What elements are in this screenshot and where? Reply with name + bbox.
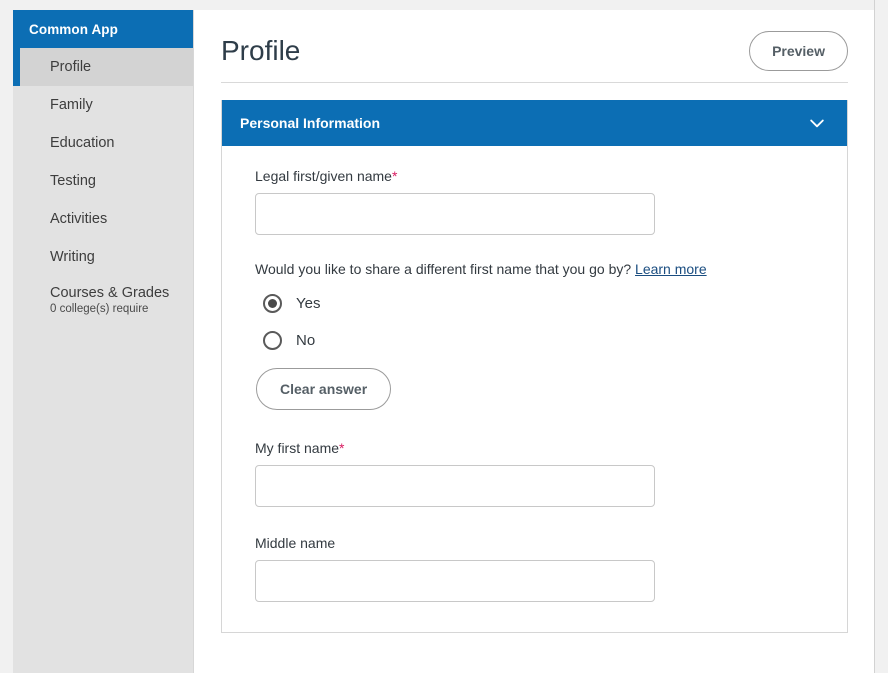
middle-name-input[interactable] bbox=[255, 560, 655, 602]
different-first-name-question-text: Would you like to share a different firs… bbox=[255, 261, 814, 277]
brand-header: Common App bbox=[13, 10, 193, 48]
radio-no-indicator[interactable] bbox=[263, 331, 282, 350]
question-prompt: Would you like to share a different firs… bbox=[255, 261, 632, 277]
main-content: Profile Preview Personal Information Leg… bbox=[193, 10, 875, 673]
page-right-gutter bbox=[874, 0, 888, 673]
legal-first-name-label: Legal first/given name* bbox=[255, 168, 814, 184]
required-marker: * bbox=[391, 168, 398, 184]
middle-name-label-text: Middle name bbox=[255, 535, 336, 551]
radio-option-no[interactable]: No bbox=[255, 322, 814, 359]
sidebar-item-label: Profile bbox=[50, 58, 92, 75]
radio-yes-indicator[interactable] bbox=[263, 294, 282, 313]
page-header: Profile Preview bbox=[194, 10, 875, 71]
sidebar-item-label: Testing bbox=[50, 172, 96, 189]
sidebar: Common App Profile Family Education Test… bbox=[13, 10, 211, 673]
sidebar-item-label: Education bbox=[50, 134, 115, 151]
legal-first-name-field: Legal first/given name* bbox=[255, 168, 814, 235]
sidebar-item-sublabel: 0 college(s) require bbox=[50, 302, 149, 315]
sidebar-item-courses-and-grades[interactable]: Courses & Grades 0 college(s) require bbox=[13, 276, 193, 324]
brand-title: Common App bbox=[29, 21, 118, 37]
chevron-down-icon[interactable] bbox=[807, 113, 827, 133]
personal-information-header[interactable]: Personal Information bbox=[222, 100, 847, 146]
learn-more-link[interactable]: Learn more bbox=[635, 261, 707, 277]
radio-yes-label: Yes bbox=[296, 295, 321, 312]
radio-no-label: No bbox=[296, 332, 316, 349]
sidebar-item-activities[interactable]: Activities bbox=[13, 200, 193, 238]
sidebar-item-profile[interactable]: Profile bbox=[13, 48, 211, 86]
my-first-name-label: My first name* bbox=[255, 440, 814, 456]
required-marker: * bbox=[339, 440, 345, 456]
personal-information-card: Personal Information Legal first/given n… bbox=[221, 100, 848, 633]
different-first-name-question: Would you like to share a different firs… bbox=[255, 261, 814, 410]
sidebar-item-label: Courses & Grades bbox=[50, 285, 170, 302]
personal-information-body: Legal first/given name* Would you like t… bbox=[222, 146, 847, 632]
sidebar-item-label: Activities bbox=[50, 210, 108, 227]
sidebar-nav-list: Profile Family Education Testing Activit… bbox=[13, 48, 211, 324]
sidebar-item-writing[interactable]: Writing bbox=[13, 238, 193, 276]
legal-first-name-label-text: Legal first/given name bbox=[255, 168, 392, 184]
application-frame: Common App Profile Family Education Test… bbox=[13, 10, 875, 673]
sidebar-item-family[interactable]: Family bbox=[13, 86, 193, 124]
sidebar-item-label: Family bbox=[50, 96, 93, 113]
clear-answer-button[interactable]: Clear answer bbox=[256, 368, 392, 410]
my-first-name-field: My first name* bbox=[255, 440, 814, 507]
legal-first-name-input[interactable] bbox=[255, 193, 655, 235]
page-title: Profile bbox=[221, 35, 301, 66]
my-first-name-input[interactable] bbox=[255, 465, 655, 507]
radio-option-yes[interactable]: Yes bbox=[255, 285, 814, 322]
preview-button[interactable]: Preview bbox=[749, 31, 848, 71]
sidebar-item-education[interactable]: Education bbox=[13, 124, 193, 162]
active-indicator-bar bbox=[13, 48, 20, 86]
my-first-name-label-text: My first name bbox=[255, 440, 340, 456]
section-title: Personal Information bbox=[240, 115, 381, 131]
sidebar-item-label: Writing bbox=[50, 248, 95, 265]
page-left-gutter bbox=[0, 0, 13, 673]
page-top-gutter bbox=[0, 0, 888, 10]
sidebar-item-testing[interactable]: Testing bbox=[13, 162, 193, 200]
middle-name-field: Middle name bbox=[255, 535, 814, 602]
middle-name-label: Middle name bbox=[255, 535, 814, 551]
header-divider bbox=[221, 82, 848, 83]
